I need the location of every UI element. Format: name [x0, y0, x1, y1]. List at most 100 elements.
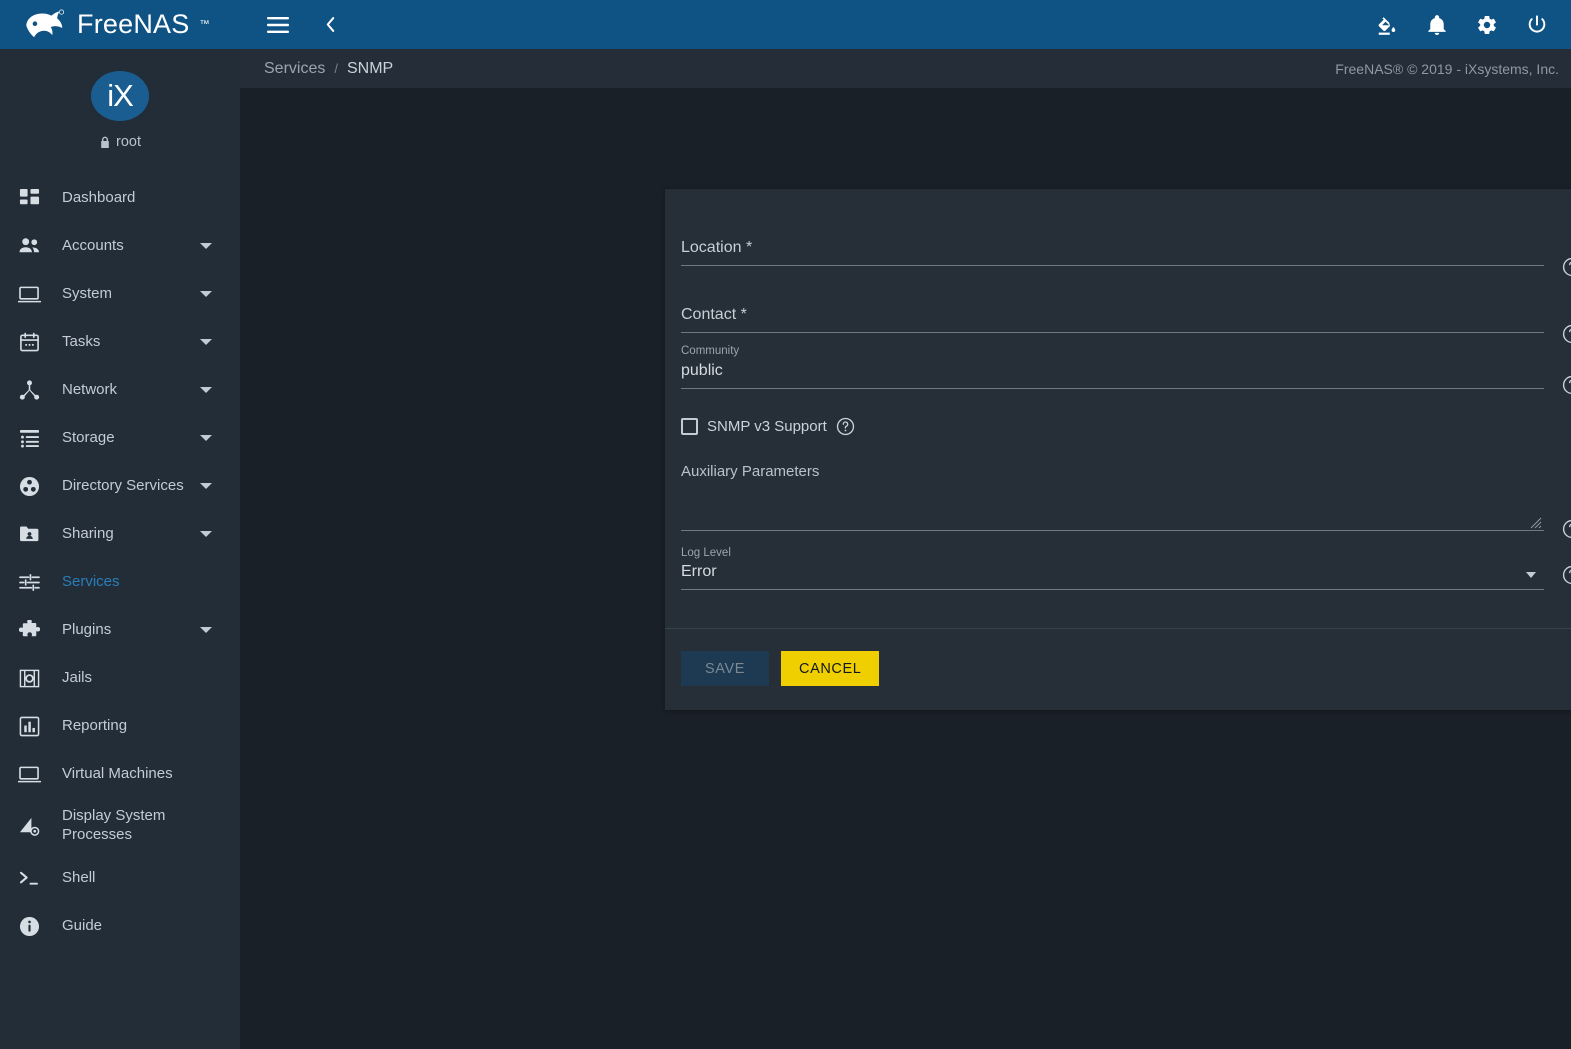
avatar[interactable]: iX [91, 71, 149, 121]
auxiliary-parameters-field: Auxiliary Parameters [681, 463, 1571, 538]
gear-icon[interactable] [1473, 11, 1501, 39]
contact-input-line[interactable]: Contact * [681, 292, 1544, 333]
chevron-down-icon[interactable] [200, 627, 212, 633]
sidebar-item-guide[interactable]: Guide [0, 902, 240, 950]
chevron-down-icon[interactable] [200, 483, 212, 489]
services-sliders-icon [14, 569, 44, 595]
sidebar-item-services[interactable]: Services [0, 558, 240, 606]
help-circle-icon[interactable] [1562, 257, 1571, 277]
sidebar-item-shell[interactable]: Shell [0, 854, 240, 902]
sidebar-item-tasks[interactable]: Tasks [0, 318, 240, 366]
brand-header[interactable]: FreeNAS ™ [0, 0, 240, 49]
sidebar-item-jails[interactable]: Jails [0, 654, 240, 702]
sidebar-item-label: Display System Processes [62, 807, 166, 843]
log-level-field: Log Level Error [681, 547, 1571, 591]
plugins-puzzle-icon [14, 617, 44, 643]
virtual-machines-icon [14, 761, 44, 787]
lock-icon [99, 136, 111, 149]
chevron-down-icon[interactable] [1526, 572, 1536, 579]
sidebar-item-virtual-machines[interactable]: Virtual Machines [0, 750, 240, 798]
save-button[interactable]: SAVE [681, 651, 769, 687]
power-icon[interactable] [1523, 11, 1551, 39]
location-field: Location * [681, 225, 1571, 277]
chevron-down-icon[interactable] [200, 243, 212, 249]
user-block: iX root [0, 49, 240, 160]
sidebar-item-network[interactable]: Network [0, 366, 240, 414]
paint-bucket-icon[interactable] [1373, 11, 1401, 39]
sidebar-item-label: Shell [62, 868, 96, 886]
main-area: Services / SNMP FreeNAS® © 2019 - iXsyst… [240, 0, 1571, 1049]
sidebar-item-label: Accounts [62, 236, 124, 254]
community-value: public [681, 361, 723, 379]
hamburger-menu-icon[interactable] [264, 11, 292, 39]
form-actions: SAVE CANCEL [665, 629, 1571, 710]
breadcrumb-item-snmp: SNMP [346, 59, 394, 77]
bell-icon[interactable] [1423, 11, 1451, 39]
snmp-v3-support-row: SNMP v3 Support [681, 417, 1571, 437]
chevron-down-icon[interactable] [200, 531, 212, 537]
help-circle-icon[interactable] [1562, 375, 1571, 395]
sidebar-item-label: Directory Services [62, 476, 184, 494]
freenas-fish-logo [22, 8, 68, 42]
chevron-down-icon[interactable] [200, 339, 212, 345]
accounts-people-icon [14, 233, 44, 259]
chevron-down-icon[interactable] [200, 387, 212, 393]
sidebar-item-reporting[interactable]: Reporting [0, 702, 240, 750]
sidebar-item-system[interactable]: System [0, 270, 240, 318]
reporting-chart-icon [14, 713, 44, 739]
system-monitor-icon [14, 281, 44, 307]
content-area: Location * Contact * Community public SN… [240, 88, 1571, 1049]
top-bar-left [264, 11, 344, 39]
directory-services-icon [14, 473, 44, 499]
freenas-app-window: FreeNAS ™ iX root Dashboard Accounts Sys… [0, 0, 1571, 1049]
chevron-down-icon[interactable] [200, 435, 212, 441]
breadcrumb-item-services[interactable]: Services [264, 60, 325, 78]
help-circle-icon[interactable] [836, 417, 856, 437]
location-input-line[interactable]: Location * [681, 225, 1544, 266]
sidebar-item-sharing[interactable]: Sharing [0, 510, 240, 558]
sidebar-item-directory-services[interactable]: Directory Services [0, 462, 240, 510]
location-label: Location * [681, 239, 753, 256]
help-circle-icon[interactable] [1562, 519, 1571, 539]
brand-name: FreeNAS [77, 9, 190, 39]
log-level-value: Error [681, 563, 717, 581]
snmp-v3-support-checkbox[interactable] [681, 418, 698, 436]
sidebar-item-plugins[interactable]: Plugins [0, 606, 240, 654]
log-level-select[interactable]: Error [681, 561, 1544, 591]
snmp-settings-card: Location * Contact * Community public SN… [665, 189, 1571, 711]
sidebar-item-storage[interactable]: Storage [0, 414, 240, 462]
sidebar-item-accounts[interactable]: Accounts [0, 222, 240, 270]
sidebar-item-label: Sharing [62, 524, 114, 542]
sidebar-item-display-system-processes[interactable]: Display System Processes [0, 798, 240, 854]
chevron-left-icon[interactable] [316, 11, 344, 39]
display-system-processes-icon [14, 813, 44, 839]
resize-grip-icon[interactable] [1530, 516, 1542, 528]
copyright-text: FreeNAS® © 2019 - iXsystems, Inc. [1335, 60, 1559, 77]
auxiliary-parameters-textarea[interactable] [681, 484, 1544, 531]
sidebar-item-label: Network [62, 380, 118, 398]
storage-list-icon [14, 425, 44, 451]
top-bar [240, 0, 1571, 49]
chevron-down-icon[interactable] [200, 291, 212, 297]
breadcrumb: Services / SNMP [264, 60, 393, 78]
community-field: Community public [681, 345, 1571, 395]
community-label: Community [681, 345, 740, 357]
snmp-form: Location * Contact * Community public SN… [665, 189, 1571, 614]
sidebar-item-label: Tasks [62, 332, 101, 350]
top-bar-right [1373, 11, 1551, 39]
sidebar-item-label: Dashboard [62, 188, 136, 206]
community-input-line[interactable]: public [681, 360, 1544, 389]
sidebar-item-dashboard[interactable]: Dashboard [0, 174, 240, 222]
sidebar-item-label: Storage [62, 428, 115, 446]
dashboard-icon [14, 185, 44, 211]
contact-label: Contact * [681, 306, 747, 323]
shell-prompt-icon [14, 865, 44, 891]
network-share-icon [14, 377, 44, 403]
sidebar-item-label: Guide [62, 916, 103, 934]
snmp-v3-support-label: SNMP v3 Support [707, 418, 827, 436]
help-circle-icon[interactable] [1562, 324, 1571, 344]
log-level-label: Log Level [681, 546, 731, 559]
tasks-calendar-icon [14, 329, 44, 355]
help-circle-icon[interactable] [1562, 565, 1571, 585]
cancel-button[interactable]: CANCEL [781, 651, 880, 687]
